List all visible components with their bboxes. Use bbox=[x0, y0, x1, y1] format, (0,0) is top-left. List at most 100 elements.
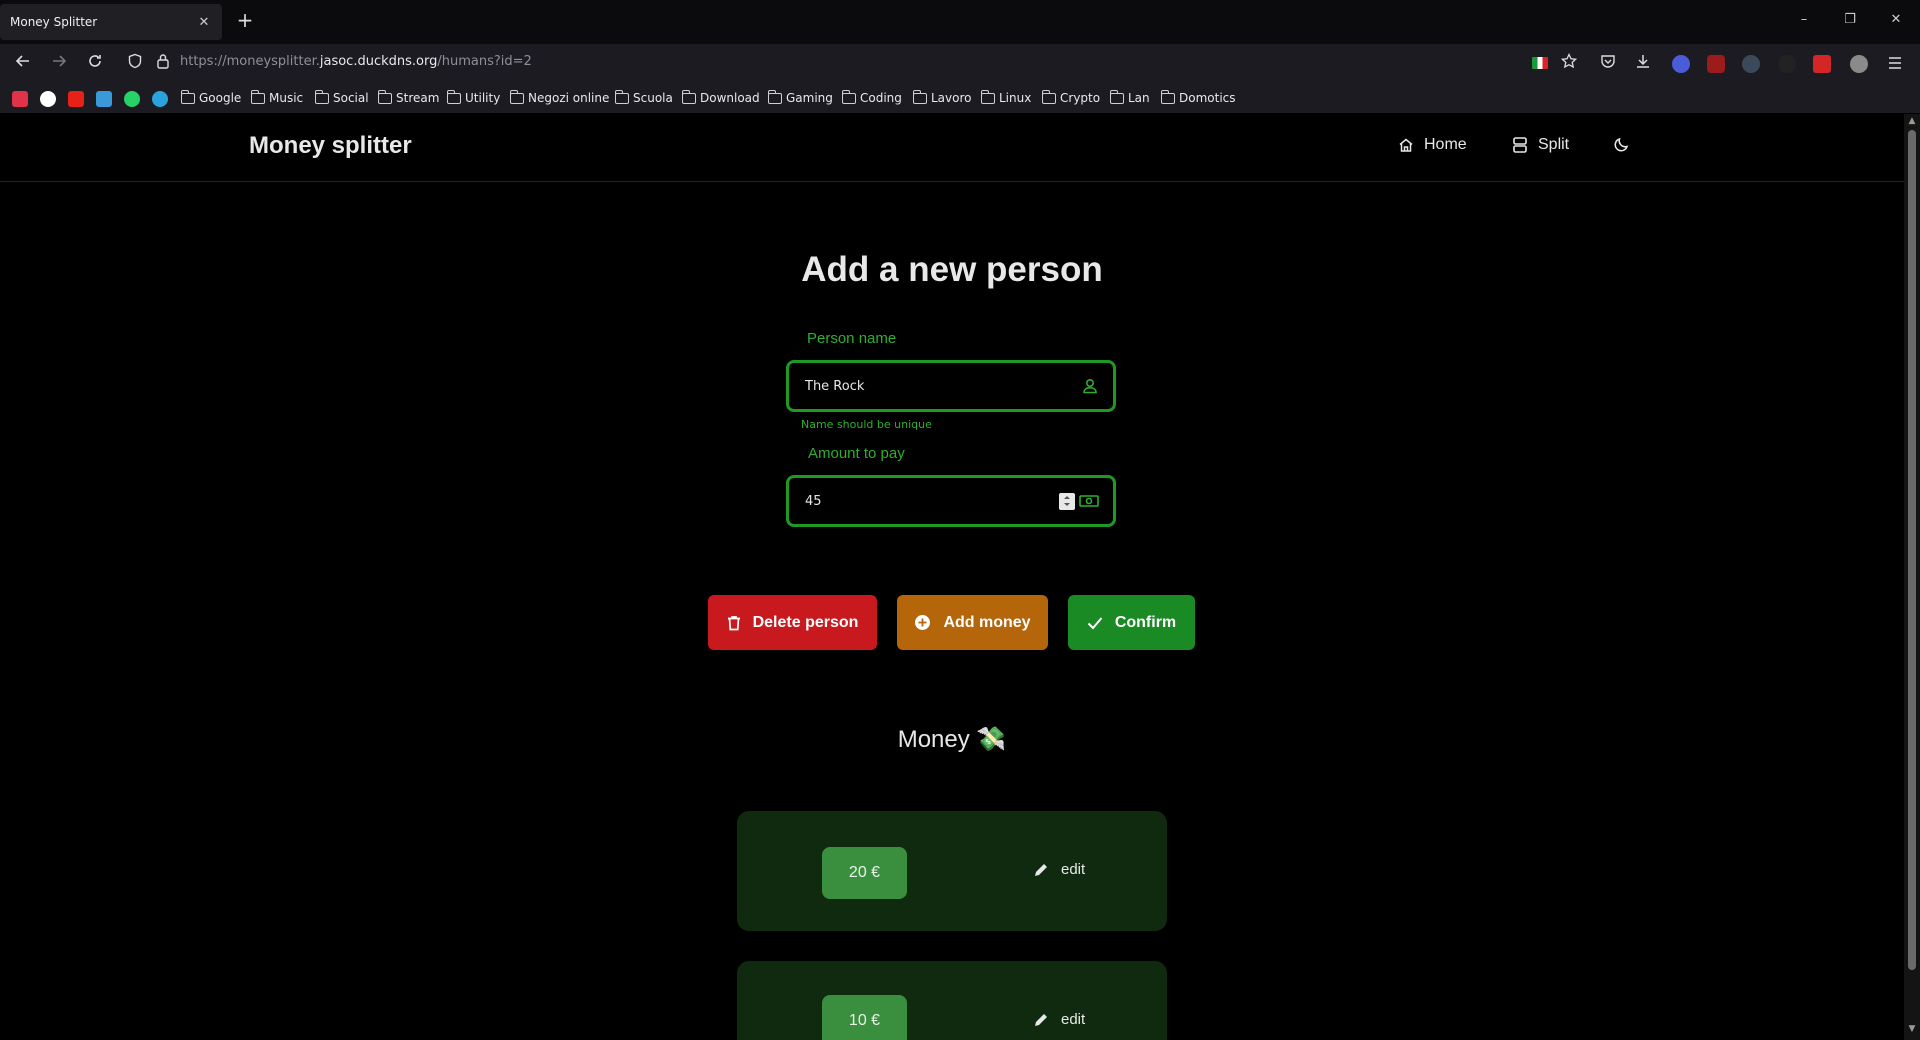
bookmark-folder-google[interactable]: Google bbox=[180, 89, 242, 105]
amount-value: 45 bbox=[805, 493, 822, 509]
url-prefix: https://moneysplitter. bbox=[180, 54, 320, 69]
back-icon[interactable] bbox=[12, 53, 34, 75]
bookmark-folder-crypto[interactable]: Crypto bbox=[1041, 89, 1101, 105]
extension-glasses-icon[interactable] bbox=[1742, 55, 1760, 73]
bookmark-folder-label: Domotics bbox=[1179, 91, 1236, 105]
extension-red-icon[interactable] bbox=[1813, 55, 1831, 73]
bookmark-folder-domotics[interactable]: Domotics bbox=[1160, 89, 1236, 105]
name-hint: Name should be unique bbox=[801, 418, 932, 431]
bookmark-folder-social[interactable]: Social bbox=[314, 89, 369, 105]
new-tab-button[interactable]: + bbox=[234, 10, 256, 32]
google-bookmark-icon[interactable] bbox=[40, 91, 56, 107]
tab-close-icon[interactable]: ✕ bbox=[196, 15, 212, 30]
bookmark-folder-label: Music bbox=[269, 91, 304, 105]
edit-money-button[interactable]: edit bbox=[1033, 861, 1085, 878]
bookmark-folder-label: Crypto bbox=[1060, 91, 1101, 105]
bookmark-folder-label: Download bbox=[700, 91, 760, 105]
bookmark-folder-gaming[interactable]: Gaming bbox=[767, 89, 833, 105]
bookmark-folder-download[interactable]: Download bbox=[681, 89, 760, 105]
page-scrollbar[interactable]: ▲ ▼ bbox=[1904, 114, 1920, 1040]
italy-flag-icon[interactable] bbox=[1532, 57, 1548, 69]
browser-tab-bar: Money Splitter ✕ + – ❐ ✕ bbox=[0, 0, 1920, 44]
confirm-label: Confirm bbox=[1114, 613, 1177, 631]
bookmark-folder-label: Stream bbox=[396, 91, 440, 105]
browser-toolbar: https://moneysplitter.jasoc.duckdns.org/… bbox=[0, 44, 1920, 84]
browser-tab[interactable]: Money Splitter ✕ bbox=[0, 4, 222, 40]
person-icon bbox=[1083, 378, 1097, 394]
minimize-window-button[interactable]: – bbox=[1794, 12, 1814, 27]
bookmark-folder-utility[interactable]: Utility bbox=[446, 89, 500, 105]
bookmark-folder-label: Google bbox=[199, 91, 242, 105]
folder-icon bbox=[250, 89, 265, 104]
folder-icon bbox=[509, 89, 524, 104]
bookmark-folder-lavoro[interactable]: Lavoro bbox=[912, 89, 972, 105]
ublock-origin-icon[interactable] bbox=[1707, 55, 1725, 73]
theme-toggle-button[interactable] bbox=[1614, 136, 1640, 152]
settings-bookmark-icon[interactable] bbox=[96, 91, 112, 107]
split-icon bbox=[1513, 137, 1527, 153]
money-item-card: 20 € edit bbox=[737, 811, 1167, 931]
tracking-shield-icon[interactable] bbox=[124, 53, 146, 75]
check-icon bbox=[1087, 616, 1103, 629]
person-name-label: Person name bbox=[807, 330, 897, 347]
extension-dark-icon[interactable] bbox=[1778, 55, 1796, 73]
person-name-field[interactable]: The Rock bbox=[786, 360, 1116, 412]
nav-split-label: Split bbox=[1538, 136, 1570, 153]
bookmark-folder-label: Negozi online bbox=[528, 91, 610, 105]
url-bar[interactable]: https://moneysplitter.jasoc.duckdns.org/… bbox=[180, 54, 532, 69]
folder-icon bbox=[614, 89, 629, 104]
scrollbar-thumb[interactable] bbox=[1908, 130, 1916, 970]
restore-window-button[interactable]: ❐ bbox=[1840, 12, 1860, 27]
pocket-bookmark-icon[interactable] bbox=[12, 91, 28, 107]
download-icon[interactable] bbox=[1632, 53, 1654, 75]
telegram-bookmark-icon[interactable] bbox=[152, 91, 168, 107]
folder-icon bbox=[1109, 89, 1124, 104]
bookmark-folder-label: Coding bbox=[860, 91, 902, 105]
nav-split-link[interactable]: Split bbox=[1512, 136, 1569, 154]
amount-field[interactable]: 45 bbox=[786, 475, 1116, 527]
amount-label: Amount to pay bbox=[808, 445, 905, 462]
money-item-card: 10 € edit bbox=[737, 961, 1167, 1040]
extension-blue-icon[interactable] bbox=[1672, 55, 1690, 73]
add-money-label: Add money bbox=[943, 613, 1031, 631]
money-amount-badge: 10 € bbox=[822, 995, 907, 1040]
scroll-up-arrow[interactable]: ▲ bbox=[1904, 116, 1920, 126]
nav-home-link[interactable]: Home bbox=[1398, 136, 1467, 154]
bookmark-folder-label: Gaming bbox=[786, 91, 833, 105]
bookmark-folder-label: Lavoro bbox=[931, 91, 972, 105]
url-path: /humans?id=2 bbox=[437, 54, 532, 69]
bookmark-folder-negozi-online[interactable]: Negozi online bbox=[509, 89, 610, 105]
youtube-bookmark-icon[interactable] bbox=[68, 91, 84, 107]
trash-icon bbox=[727, 615, 740, 630]
bookmark-folder-label: Linux bbox=[999, 91, 1032, 105]
folder-icon bbox=[681, 89, 696, 104]
menu-icon[interactable] bbox=[1884, 53, 1906, 75]
reload-icon[interactable] bbox=[84, 53, 106, 75]
confirm-button[interactable]: Confirm bbox=[1068, 595, 1195, 650]
brand-title[interactable]: Money splitter bbox=[249, 132, 412, 160]
bookmark-folder-music[interactable]: Music bbox=[250, 89, 304, 105]
delete-person-button[interactable]: Delete person bbox=[708, 595, 877, 650]
bookmark-folder-linux[interactable]: Linux bbox=[980, 89, 1032, 105]
bookmark-folder-scuola[interactable]: Scuola bbox=[614, 89, 673, 105]
lock-icon[interactable] bbox=[152, 53, 174, 75]
bookmark-folder-stream[interactable]: Stream bbox=[377, 89, 440, 105]
folder-icon bbox=[912, 89, 927, 104]
bookmark-folder-lan[interactable]: Lan bbox=[1109, 89, 1150, 105]
whatsapp-bookmark-icon[interactable] bbox=[124, 91, 140, 107]
page-title: Add a new person bbox=[801, 250, 1103, 289]
edit-money-button[interactable]: edit bbox=[1033, 1011, 1085, 1028]
close-window-button[interactable]: ✕ bbox=[1886, 12, 1906, 27]
pocket-icon[interactable] bbox=[1597, 53, 1619, 75]
scroll-down-arrow[interactable]: ▼ bbox=[1904, 1024, 1920, 1034]
amount-stepper[interactable] bbox=[1059, 492, 1075, 510]
bookmark-folder-label: Lan bbox=[1128, 91, 1150, 105]
add-money-button[interactable]: Add money bbox=[897, 595, 1048, 650]
folder-icon bbox=[980, 89, 995, 104]
plus-circle-icon bbox=[915, 615, 931, 630]
forward-icon[interactable] bbox=[48, 53, 70, 75]
bookmark-star-icon[interactable] bbox=[1558, 52, 1580, 75]
folder-icon bbox=[377, 89, 392, 104]
bookmark-folder-coding[interactable]: Coding bbox=[841, 89, 902, 105]
account-icon[interactable] bbox=[1850, 55, 1868, 73]
